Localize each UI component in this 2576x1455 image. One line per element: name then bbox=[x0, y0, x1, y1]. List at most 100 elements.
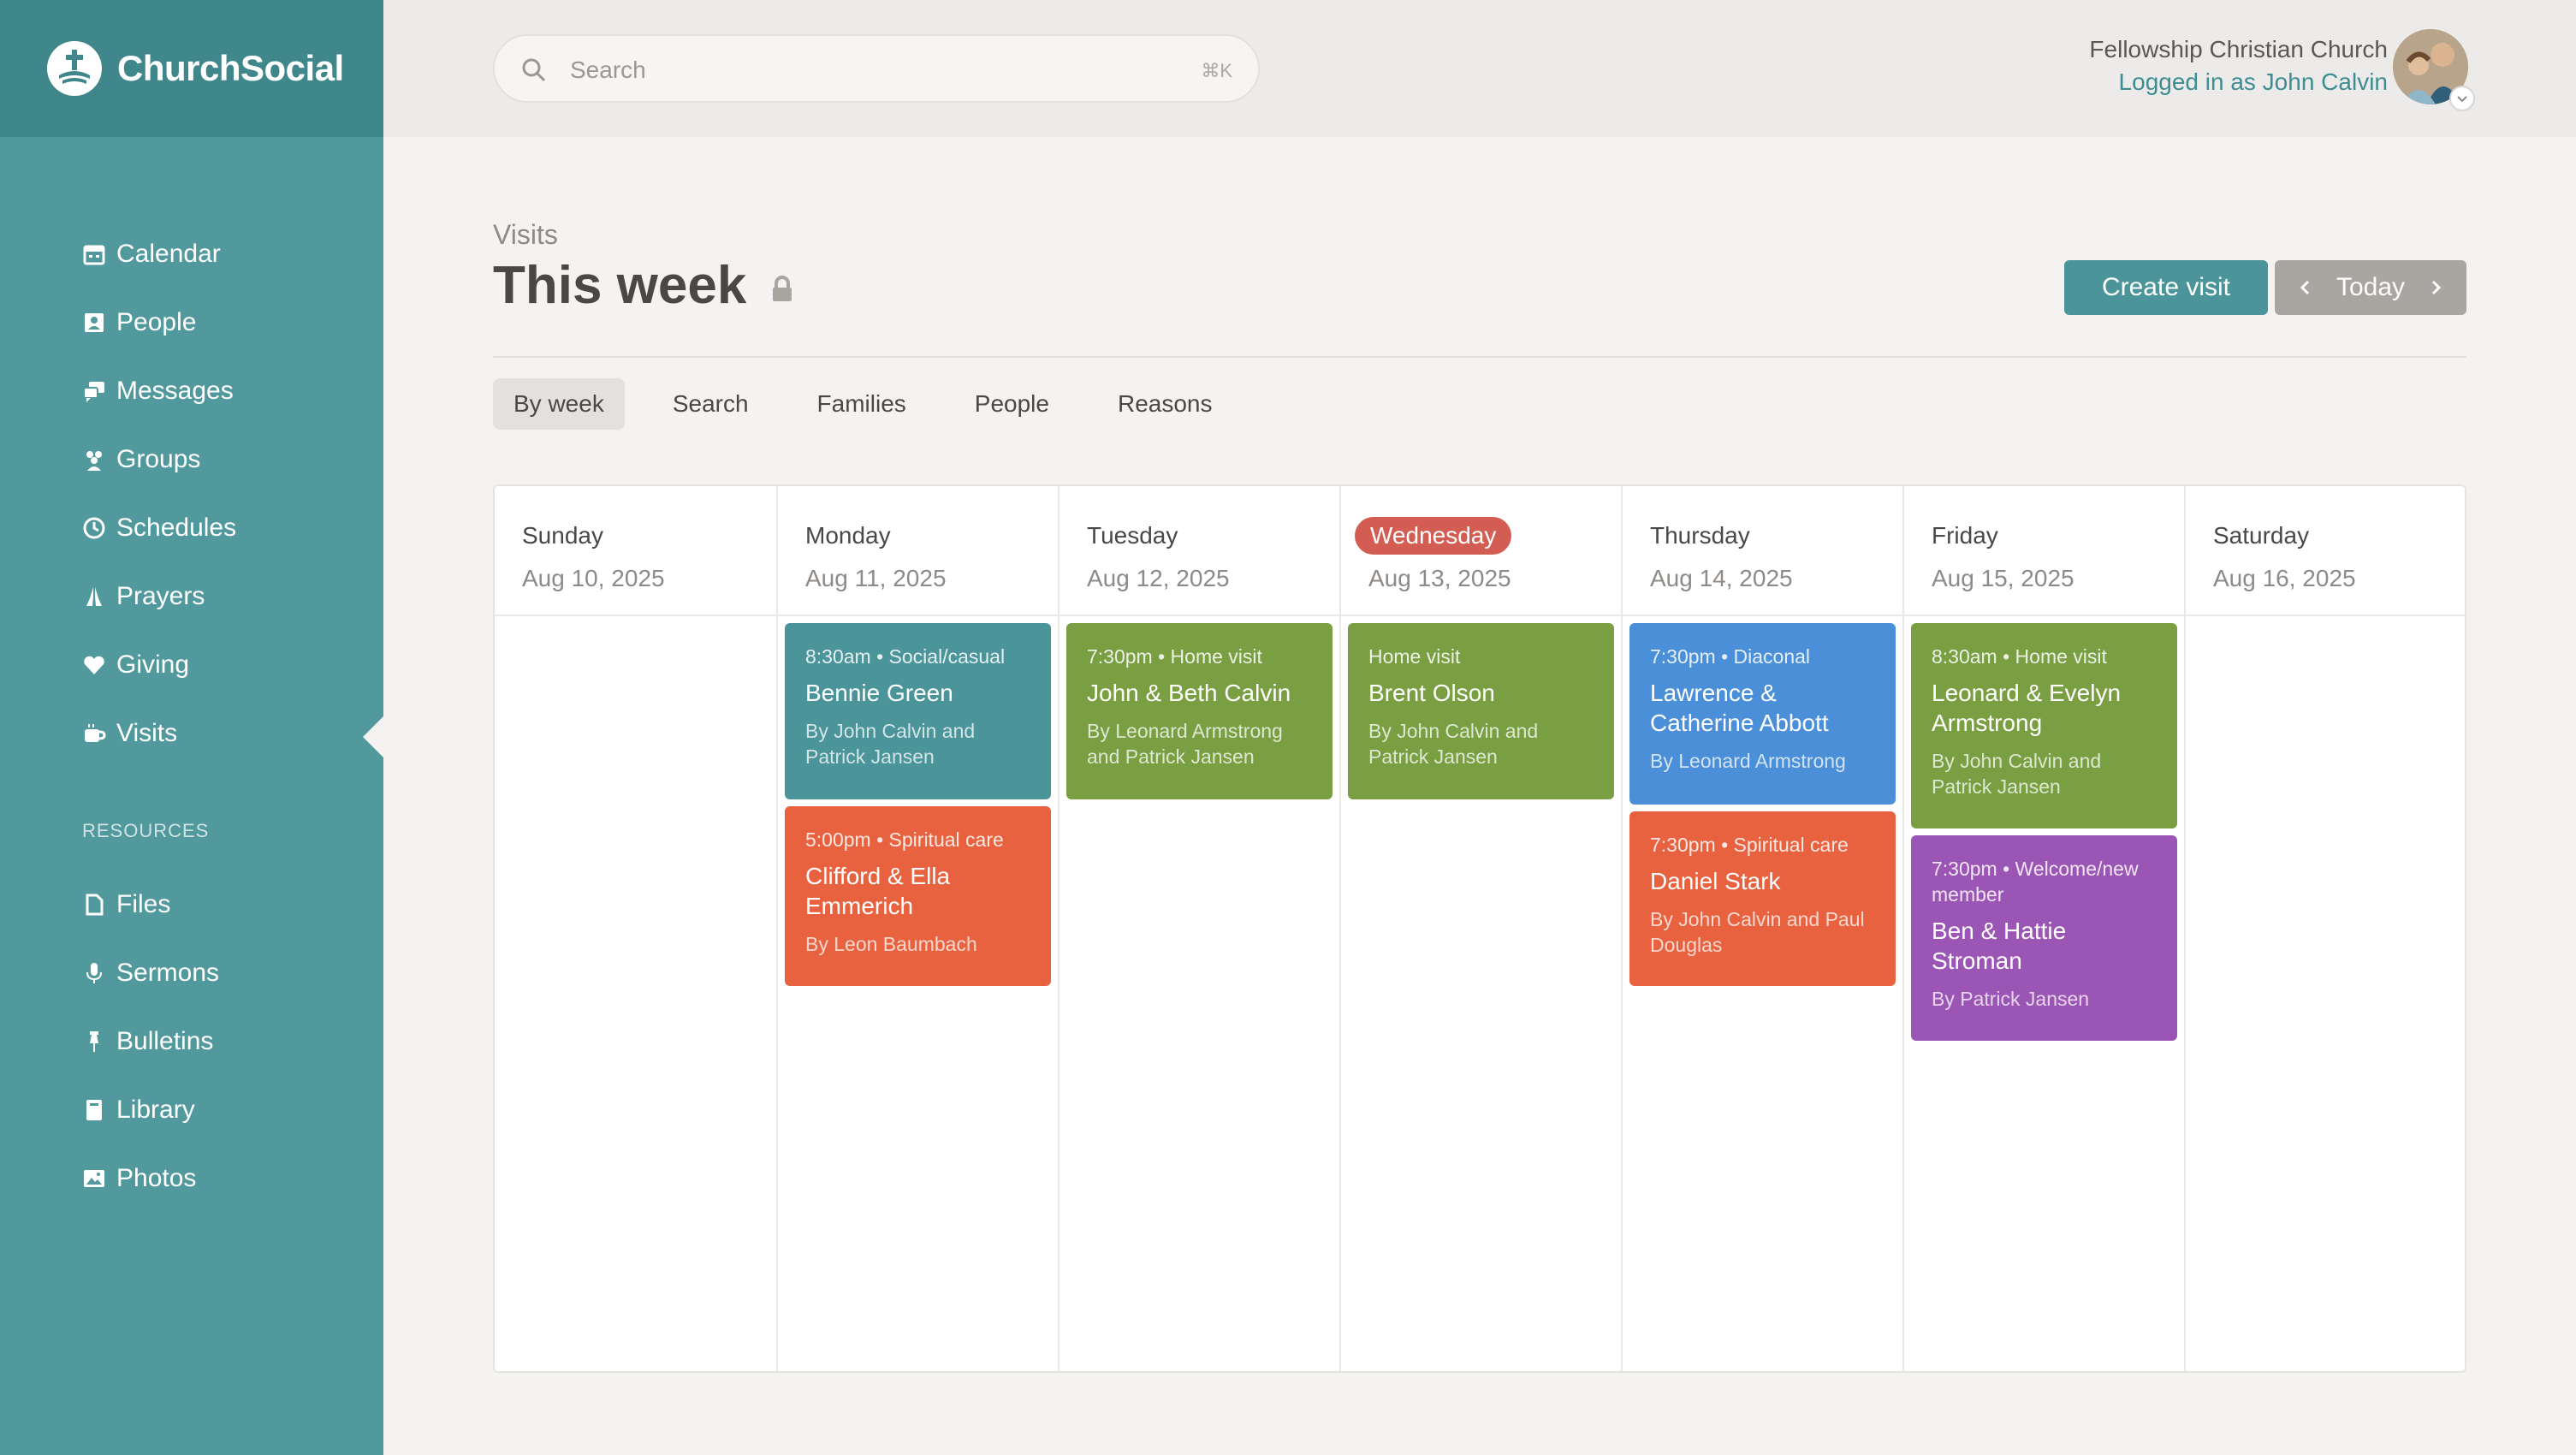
sidebar-item-people[interactable]: People bbox=[0, 288, 383, 357]
sidebar-item-label: People bbox=[116, 308, 197, 336]
day-date: Aug 14, 2025 bbox=[1650, 565, 1793, 591]
day-column-tuesday: Tuesday Aug 12, 2025 7:30pm • Home visit… bbox=[1058, 486, 1339, 1371]
visit-event[interactable]: 5:00pm • Spiritual care Clifford & Ella … bbox=[785, 806, 1051, 986]
day-name: Tuesday bbox=[1087, 522, 1178, 549]
clock-icon bbox=[83, 517, 105, 539]
sidebar-item-library[interactable]: Library bbox=[0, 1076, 383, 1144]
tab-reasons[interactable]: Reasons bbox=[1097, 378, 1233, 430]
sidebar-item-label: Bulletins bbox=[116, 1027, 214, 1055]
sidebar-item-sermons[interactable]: Sermons bbox=[0, 939, 383, 1007]
day-column-thursday: Thursday Aug 14, 2025 7:30pm • Diaconal … bbox=[1621, 486, 1902, 1371]
brand-name: ChurchSocial bbox=[117, 48, 344, 88]
event-by: By Leon Baumbach bbox=[805, 933, 977, 955]
event-meta: 5:00pm • Spiritual care bbox=[805, 828, 1004, 851]
day-column-sunday: Sunday Aug 10, 2025 bbox=[495, 486, 776, 1371]
sidebar-item-bulletins[interactable]: Bulletins bbox=[0, 1007, 383, 1076]
sidebar-item-groups[interactable]: Groups bbox=[0, 425, 383, 494]
sidebar-item-label: Calendar bbox=[116, 240, 221, 268]
today-nav-group: Today bbox=[2275, 260, 2466, 315]
event-meta: 7:30pm • Welcome/new member bbox=[1932, 858, 2139, 906]
lock-icon bbox=[773, 276, 792, 301]
tab-search[interactable]: Search bbox=[652, 378, 769, 430]
account-info: Fellowship Christian Church Logged in as… bbox=[2089, 36, 2388, 96]
today-button[interactable]: Today bbox=[2336, 273, 2405, 302]
sidebar-item-label: Schedules bbox=[116, 514, 237, 542]
sidebar-item-label: Sermons bbox=[116, 959, 220, 987]
pin-icon bbox=[90, 1031, 98, 1052]
sidebar-item-files[interactable]: Files bbox=[0, 870, 383, 939]
event-by: By Leonard Armstrong bbox=[1650, 750, 1846, 772]
sidebar-item-visits[interactable]: Visits bbox=[0, 699, 383, 768]
day-header: Wednesday Aug 13, 2025 bbox=[1341, 486, 1621, 616]
event-meta: 7:30pm • Spiritual care bbox=[1650, 834, 1849, 856]
breadcrumb[interactable]: Visits bbox=[493, 219, 558, 251]
today-badge: Wednesday bbox=[1355, 517, 1512, 555]
tab-people[interactable]: People bbox=[954, 378, 1070, 430]
tab-by-week[interactable]: By week bbox=[493, 378, 625, 430]
event-meta: 7:30pm • Home visit bbox=[1087, 645, 1262, 668]
day-name: Monday bbox=[805, 522, 891, 549]
logged-in-user[interactable]: Logged in as John Calvin bbox=[2089, 68, 2388, 96]
org-name: Fellowship Christian Church bbox=[2089, 36, 2388, 62]
main-nav: Calendar People Messages Groups Schedule… bbox=[0, 220, 383, 768]
day-name: Saturday bbox=[2213, 522, 2310, 549]
event-title: Lawrence & Catherine Abbott bbox=[1650, 680, 1829, 736]
sidebar-item-photos[interactable]: Photos bbox=[0, 1144, 383, 1213]
sidebar-item-calendar[interactable]: Calendar bbox=[0, 220, 383, 288]
sidebar-item-label: Messages bbox=[116, 377, 234, 405]
next-week-chevron-icon[interactable] bbox=[2424, 276, 2448, 300]
event-by: By Patrick Jansen bbox=[1932, 988, 2090, 1010]
visit-event[interactable]: 7:30pm • Welcome/new member Ben & Hattie… bbox=[1911, 835, 2177, 1041]
visit-event[interactable]: 8:30am • Home visit Leonard & Evelyn Arm… bbox=[1911, 623, 2177, 828]
messages-icon bbox=[83, 382, 104, 402]
sidebar-item-label: Groups bbox=[116, 445, 201, 473]
search-shortcut: ⌘K bbox=[1201, 60, 1232, 81]
sidebar-item-label: Prayers bbox=[116, 582, 205, 610]
event-title: Clifford & Ella Emmerich bbox=[805, 863, 951, 919]
view-tabs: By week Search Families People Reasons bbox=[493, 378, 1260, 430]
day-name: Thursday bbox=[1650, 522, 1750, 549]
visit-event[interactable]: 7:30pm • Diaconal Lawrence & Catherine A… bbox=[1629, 623, 1896, 805]
week-calendar: Sunday Aug 10, 2025 Monday Aug 11, 2025 … bbox=[493, 484, 2466, 1373]
visit-event[interactable]: 7:30pm • Home visit John & Beth Calvin B… bbox=[1066, 623, 1333, 799]
event-title: Brent Olson bbox=[1368, 680, 1495, 706]
sidebar-item-label: Photos bbox=[116, 1164, 197, 1192]
create-visit-button[interactable]: Create visit bbox=[2064, 260, 2268, 315]
previous-week-chevron-icon[interactable] bbox=[2294, 276, 2318, 300]
praying-hands-icon bbox=[86, 587, 102, 606]
sidebar-item-messages[interactable]: Messages bbox=[0, 357, 383, 425]
sidebar: ChurchSocial Calendar People Messages Gr… bbox=[0, 0, 383, 1455]
tab-families[interactable]: Families bbox=[797, 378, 927, 430]
sidebar-item-label: Giving bbox=[116, 650, 190, 679]
sidebar-item-schedules[interactable]: Schedules bbox=[0, 494, 383, 562]
day-date: Aug 11, 2025 bbox=[805, 565, 947, 591]
resources-nav: Files Sermons Bulletins Library Photos bbox=[0, 870, 383, 1213]
search-input[interactable]: Search ⌘K bbox=[493, 34, 1260, 103]
sidebar-item-label: Files bbox=[116, 890, 171, 918]
event-meta: 8:30am • Social/casual bbox=[805, 645, 1006, 668]
account-menu-chevron-icon[interactable] bbox=[2449, 86, 2475, 111]
visit-event[interactable]: 8:30am • Social/casual Bennie Green By J… bbox=[785, 623, 1051, 799]
calendar-icon bbox=[83, 245, 105, 265]
sidebar-item-giving[interactable]: Giving bbox=[0, 631, 383, 699]
event-meta: Home visit bbox=[1368, 645, 1461, 668]
search-icon bbox=[522, 58, 546, 82]
church-logo-icon bbox=[47, 41, 102, 96]
sidebar-item-prayers[interactable]: Prayers bbox=[0, 562, 383, 631]
day-column-friday: Friday Aug 15, 2025 8:30am • Home visit … bbox=[1902, 486, 2184, 1371]
day-date: Aug 16, 2025 bbox=[2213, 565, 2356, 591]
brand[interactable]: ChurchSocial bbox=[0, 0, 383, 137]
day-date: Aug 15, 2025 bbox=[1932, 565, 2074, 591]
day-column-monday: Monday Aug 11, 2025 8:30am • Social/casu… bbox=[776, 486, 1058, 1371]
event-by: By John Calvin and Patrick Jansen bbox=[1932, 750, 2102, 798]
day-header: Saturday Aug 16, 2025 bbox=[2186, 486, 2465, 616]
event-title: Leonard & Evelyn Armstrong bbox=[1932, 680, 2122, 736]
event-title: Bennie Green bbox=[805, 680, 953, 706]
day-header: Tuesday Aug 12, 2025 bbox=[1059, 486, 1339, 616]
visit-event[interactable]: Home visit Brent Olson By John Calvin an… bbox=[1348, 623, 1614, 799]
coffee-icon bbox=[85, 724, 106, 742]
heart-icon bbox=[84, 656, 104, 674]
book-icon bbox=[86, 1100, 102, 1120]
visit-event[interactable]: 7:30pm • Spiritual care Daniel Stark By … bbox=[1629, 811, 1896, 986]
day-column-saturday: Saturday Aug 16, 2025 bbox=[2184, 486, 2465, 1371]
